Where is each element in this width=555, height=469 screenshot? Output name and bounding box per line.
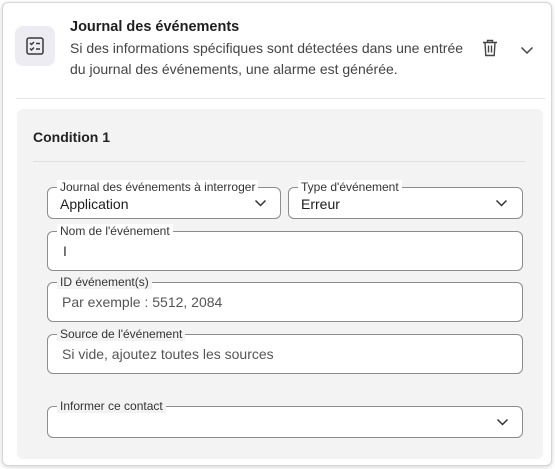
event-type-value: Erreur — [301, 196, 340, 212]
condition-panel: Condition 1 Journal des événements à int… — [17, 109, 543, 459]
journal-value: Application — [60, 196, 129, 212]
contact-label: Informer ce contact — [57, 399, 166, 413]
checklist-icon — [15, 26, 55, 66]
event-log-card: Journal des événements Si des informatio… — [2, 2, 552, 466]
card-title: Journal des événements — [70, 19, 240, 35]
event-id-input[interactable]: ID événement(s) Par exemple : 5512, 2084 — [47, 275, 523, 322]
trash-icon[interactable] — [480, 38, 500, 58]
journal-select[interactable]: Journal des événements à interroger Appl… — [47, 180, 281, 219]
journal-label: Journal des événements à interroger — [57, 180, 259, 194]
event-source-label: Source de l'événement — [57, 327, 186, 341]
chevron-down-icon — [493, 195, 509, 211]
chevron-down-icon — [494, 414, 510, 430]
contact-select[interactable]: Informer ce contact — [47, 399, 523, 438]
event-name-label: Nom de l'événement — [57, 224, 173, 238]
event-name-value: I — [63, 243, 67, 259]
event-source-input[interactable]: Source de l'événement Si vide, ajoutez t… — [47, 327, 523, 374]
card-header[interactable]: Journal des événements Si des informatio… — [3, 3, 551, 98]
event-id-placeholder: Par exemple : 5512, 2084 — [62, 294, 223, 310]
header-divider — [16, 98, 545, 99]
event-name-input[interactable]: Nom de l'événement I — [47, 224, 523, 271]
event-type-select[interactable]: Type d'événement Erreur — [288, 180, 523, 219]
card-description: Si des informations spécifiques sont dét… — [70, 40, 464, 77]
event-type-label: Type d'événement — [298, 180, 402, 194]
chevron-down-icon — [252, 195, 268, 211]
condition-divider — [33, 161, 525, 162]
condition-title: Condition 1 — [33, 129, 110, 145]
event-id-label: ID événement(s) — [57, 275, 152, 289]
chevron-down-icon[interactable] — [518, 41, 536, 59]
event-source-placeholder: Si vide, ajoutez toutes les sources — [62, 346, 274, 362]
